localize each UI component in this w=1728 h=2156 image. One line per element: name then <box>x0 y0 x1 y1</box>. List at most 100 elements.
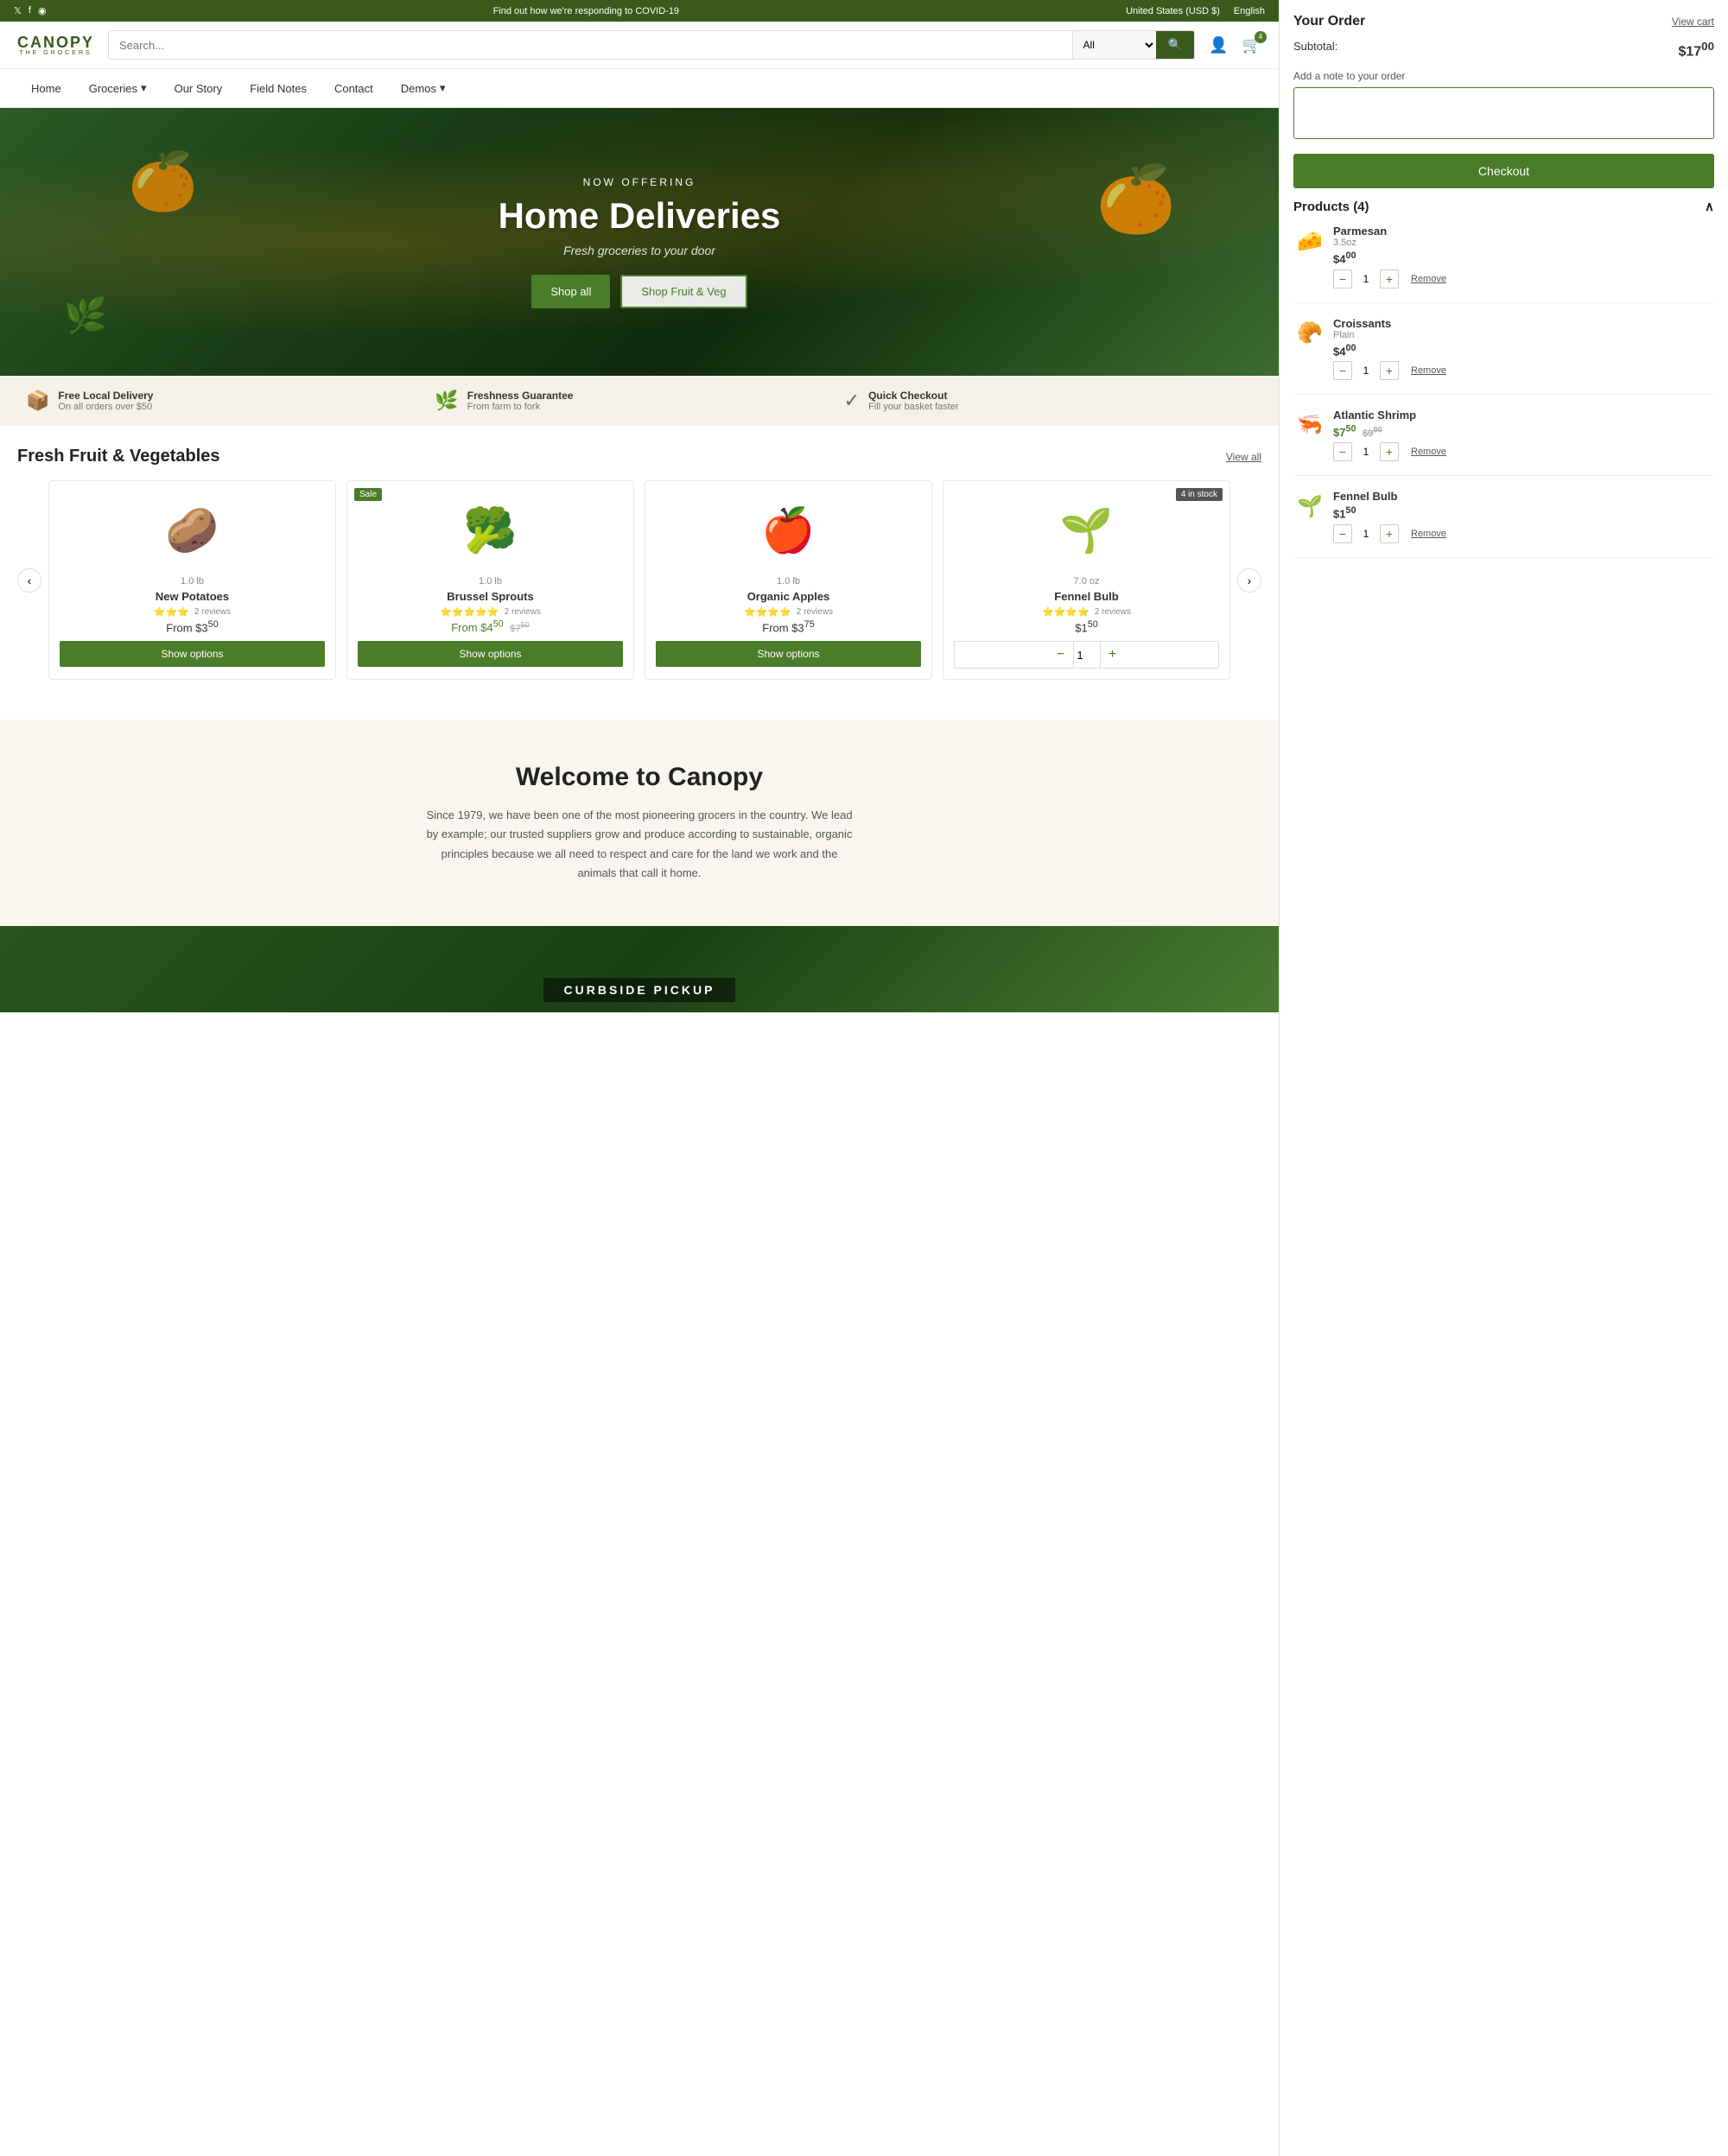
freshness-icon: 🌿 <box>435 390 458 412</box>
product-stars: ⭐⭐⭐⭐2 reviews <box>954 606 1219 618</box>
cart-icon[interactable]: 🛒 4 <box>1242 36 1261 54</box>
language-selector[interactable]: English <box>1234 6 1265 16</box>
cart-products-title: Products (4) <box>1293 200 1369 214</box>
announcement-text[interactable]: Find out how we're responding to COVID-1… <box>54 6 1120 16</box>
product-name: Fennel Bulb <box>954 590 1219 603</box>
cart-item-croissants: 🥐 Croissants Plain $400 − 1 + Remove <box>1293 317 1714 395</box>
cart-remove-shrimp[interactable]: Remove <box>1411 447 1446 457</box>
hero-buttons: Shop all Shop Fruit & Veg <box>499 275 781 308</box>
product-name: New Potatoes <box>60 590 325 603</box>
product-reviews: 2 reviews <box>797 607 833 617</box>
site-nav: Home Groceries ▾ Our Story Field Notes C… <box>0 69 1279 108</box>
product-name: Organic Apples <box>656 590 921 603</box>
cart-qty-decrease-croissants[interactable]: − <box>1333 361 1352 380</box>
social-icons: 𝕏 f ◉ <box>14 5 47 16</box>
site-header: CANOPY THE GROCERS All Fruit & Veg Dairy… <box>0 22 1279 69</box>
shop-fruit-veg-button[interactable]: Shop Fruit & Veg <box>620 275 746 308</box>
search-category-select[interactable]: All Fruit & Veg Dairy Bakery <box>1072 31 1156 59</box>
logo-text: CANOPY <box>17 35 94 50</box>
product-stars: ⭐⭐⭐⭐2 reviews <box>656 606 921 618</box>
cart-note-label: Add a note to your order <box>1293 70 1714 82</box>
cart-remove-croissants[interactable]: Remove <box>1411 365 1446 376</box>
facebook-icon[interactable]: f <box>29 5 31 16</box>
instagram-icon[interactable]: ◉ <box>38 5 47 16</box>
cart-qty-increase-fennel[interactable]: + <box>1380 524 1399 543</box>
hero-section: 🍊 🍊 🌿 NOW OFFERING Home Deliveries Fresh… <box>0 108 1279 376</box>
delivery-icon: 📦 <box>26 390 49 412</box>
hero-description: Fresh groceries to your door <box>499 244 781 257</box>
product-weight: 7.0 oz <box>954 576 1219 587</box>
currency-selector[interactable]: United States (USD $) <box>1126 6 1220 16</box>
cart-item-price: $750 $900 <box>1333 424 1714 439</box>
twitter-icon[interactable]: 𝕏 <box>14 5 22 16</box>
shop-all-button[interactable]: Shop all <box>531 275 610 308</box>
feature-delivery-text: Free Local Delivery On all orders over $… <box>58 390 153 412</box>
show-options-button-potatoes[interactable]: Show options <box>60 641 325 667</box>
logo[interactable]: CANOPY THE GROCERS <box>17 35 94 56</box>
delivery-title: Free Local Delivery <box>58 390 153 402</box>
qty-increase-fennel[interactable]: + <box>1101 642 1125 668</box>
carousel-prev-button[interactable]: ‹ <box>17 568 41 593</box>
cart-item-price: $400 <box>1333 343 1714 358</box>
nav-our-story[interactable]: Our Story <box>161 69 237 107</box>
product-stars: ⭐⭐⭐2 reviews <box>60 606 325 618</box>
qty-decrease-fennel[interactable]: − <box>1049 642 1073 668</box>
search-button[interactable]: 🔍 <box>1156 31 1195 59</box>
cart-qty-decrease-shrimp[interactable]: − <box>1333 442 1352 461</box>
nav-field-notes[interactable]: Field Notes <box>236 69 321 107</box>
hero-subtitle: NOW OFFERING <box>499 176 781 188</box>
cart-item-price: $400 <box>1333 250 1714 265</box>
cart-qty-increase-croissants[interactable]: + <box>1380 361 1399 380</box>
cart-item-details-croissants: Croissants Plain $400 − 1 + Remove <box>1333 317 1714 380</box>
nav-demos[interactable]: Demos ▾ <box>387 69 460 107</box>
cart-qty-decrease-parmesan[interactable]: − <box>1333 270 1352 289</box>
product-weight: 1.0 lb <box>358 576 623 587</box>
products-grid: 🥔 1.0 lb New Potatoes ⭐⭐⭐2 reviews From … <box>48 480 1230 680</box>
cart-qty-value: 1 <box>1357 528 1375 540</box>
header-icons: 👤 🛒 4 <box>1209 36 1261 54</box>
cart-item-name: Fennel Bulb <box>1333 490 1714 503</box>
cart-note-textarea[interactable] <box>1293 87 1714 139</box>
product-card-fennel-bulb: 4 in stock 🌱 7.0 oz Fennel Bulb ⭐⭐⭐⭐2 re… <box>943 480 1230 680</box>
account-icon[interactable]: 👤 <box>1209 36 1228 54</box>
cart-item-qty-shrimp: − 1 + Remove <box>1333 442 1714 461</box>
curbside-section: CURBSIDE PICKUP <box>0 926 1279 1012</box>
qty-input-fennel[interactable] <box>1073 642 1101 668</box>
freshness-desc: From farm to fork <box>467 402 574 412</box>
show-options-button-apples[interactable]: Show options <box>656 641 921 667</box>
freshness-title: Freshness Guarantee <box>467 390 574 402</box>
show-options-button-sprouts[interactable]: Show options <box>358 641 623 667</box>
hero-title: Home Deliveries <box>499 195 781 237</box>
hero-deco-left: 🍊 <box>128 149 198 214</box>
cart-qty-increase-shrimp[interactable]: + <box>1380 442 1399 461</box>
section-header: Fresh Fruit & Vegetables View all <box>17 447 1261 466</box>
fresh-section: Fresh Fruit & Vegetables View all ‹ 🥔 1.… <box>0 426 1279 694</box>
hero-deco-right: 🍊 <box>1096 162 1176 238</box>
nav-home[interactable]: Home <box>17 69 75 107</box>
cart-title: Your Order <box>1293 14 1365 29</box>
product-weight: 1.0 lb <box>60 576 325 587</box>
nav-contact[interactable]: Contact <box>321 69 387 107</box>
header-right-controls: United States (USD $) English <box>1126 6 1265 16</box>
checkout-button[interactable]: Checkout <box>1293 154 1714 188</box>
cart-remove-parmesan[interactable]: Remove <box>1411 274 1446 284</box>
nav-groceries[interactable]: Groceries ▾ <box>75 69 161 107</box>
product-card-organic-apples: 🍎 1.0 lb Organic Apples ⭐⭐⭐⭐2 reviews Fr… <box>645 480 932 680</box>
cart-item-fennel: 🌱 Fennel Bulb $150 − 1 + Remove <box>1293 490 1714 557</box>
view-all-link[interactable]: View all <box>1226 451 1261 463</box>
view-cart-link[interactable]: View cart <box>1672 16 1714 28</box>
curbside-label: CURBSIDE PICKUP <box>543 978 736 1002</box>
search-bar: All Fruit & Veg Dairy Bakery 🔍 <box>108 30 1195 60</box>
cart-remove-fennel[interactable]: Remove <box>1411 529 1446 539</box>
sale-price: From $450 <box>451 621 503 634</box>
feature-delivery: 📦 Free Local Delivery On all orders over… <box>26 390 435 412</box>
product-reviews: 2 reviews <box>1095 607 1131 617</box>
feature-checkout: ✓ Quick Checkout Fill your basket faster <box>844 390 1253 412</box>
cart-qty-increase-parmesan[interactable]: + <box>1380 270 1399 289</box>
search-input[interactable] <box>109 31 1072 59</box>
original-price: $750 <box>510 624 529 634</box>
cart-collapse-icon[interactable]: ∧ <box>1705 199 1714 214</box>
feature-freshness: 🌿 Freshness Guarantee From farm to fork <box>435 390 843 412</box>
cart-qty-decrease-fennel[interactable]: − <box>1333 524 1352 543</box>
carousel-next-button[interactable]: › <box>1237 568 1261 593</box>
